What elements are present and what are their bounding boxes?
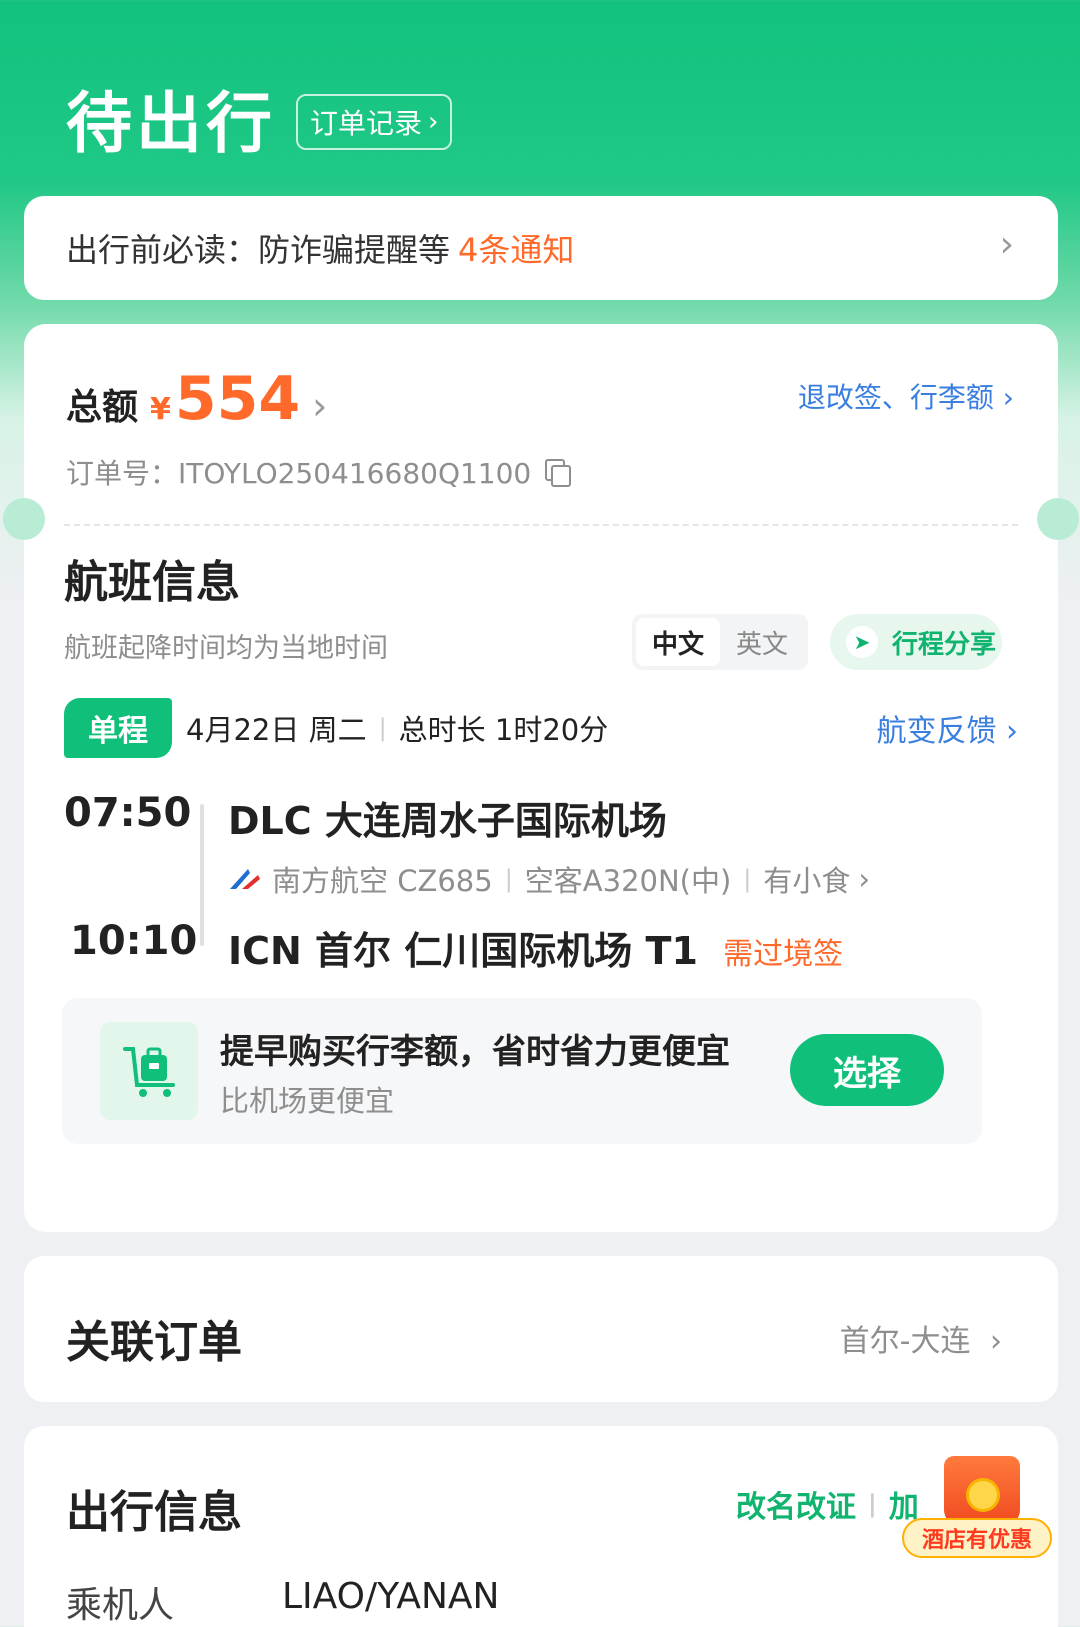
notice-text: 出行前必读：防诈骗提醒等 [66, 231, 451, 269]
arrival-airport-name: ICN 首尔 仁川国际机场 T1 [228, 929, 698, 973]
related-route-text: 首尔-大连 [839, 1324, 971, 1359]
page-title: 待出行 [66, 85, 276, 162]
baggage-promo-subtitle: 比机场更便宜 [220, 1084, 395, 1118]
chevron-right-icon: › [312, 384, 328, 428]
meal-info: 有小食 [763, 864, 851, 898]
arrival-airport: ICN 首尔 仁川国际机场 T1 需过境签 [228, 920, 843, 975]
trip-summary: 单程 4月22日 周二 | 总时长 1时20分 航变反馈 › [64, 698, 1018, 758]
divider: | [868, 1490, 877, 1518]
hotel-promo-label: 酒店有优惠 [902, 1518, 1052, 1558]
luggage-cart-icon [100, 1022, 198, 1120]
departure-time: 07:50 [64, 790, 192, 836]
local-time-note: 航班起降时间均为当地时间 [64, 633, 388, 664]
total-amount: 554 [174, 364, 301, 434]
flight-change-feedback-link[interactable]: 航变反馈 › [876, 706, 1018, 750]
ticket-notch [1037, 498, 1079, 540]
divider [64, 524, 1018, 526]
flight-section-title: 航班信息 [64, 557, 240, 608]
arrival-time: 10:10 [70, 918, 198, 964]
copy-icon[interactable] [545, 459, 572, 487]
total-label: 总额 [66, 387, 139, 428]
chevron-right-icon: › [428, 107, 439, 137]
related-order-title: 关联订单 [66, 1317, 242, 1368]
baggage-promo: 提早购买行李额，省时省力更便宜 比机场更便宜 选择 [62, 998, 982, 1144]
related-order-route: 首尔-大连 › [840, 1316, 1002, 1360]
travel-info-title: 出行信息 [66, 1487, 242, 1538]
baggage-promo-title: 提早购买行李额，省时省力更便宜 [220, 1032, 730, 1072]
currency-symbol: ¥ [150, 392, 171, 427]
departure-airport: DLC 大连周水子国际机场 [228, 799, 667, 843]
lang-chinese-option[interactable]: 中文 [636, 618, 720, 666]
divider: | [743, 865, 752, 893]
coin-icon [966, 1478, 1000, 1512]
trip-type-badge: 单程 [64, 698, 172, 758]
order-record-button[interactable]: 订单记录 › [296, 94, 453, 150]
language-toggle: 中文 英文 [632, 614, 808, 670]
chevron-right-icon: › [990, 1324, 1002, 1359]
hotel-promo-badge[interactable]: 酒店有优惠 [902, 1456, 1052, 1566]
related-order-card[interactable]: 关联订单 首尔-大连 › [24, 1256, 1058, 1402]
passenger-label: 乘机人 [66, 1585, 175, 1626]
timeline-line [200, 804, 204, 946]
rename-link[interactable]: 改名改证 [736, 1482, 856, 1526]
itinerary-share-button[interactable]: ➤ 行程分享 [830, 614, 1002, 670]
divider: | [378, 714, 387, 742]
visa-note[interactable]: 需过境签 [723, 937, 843, 972]
aircraft-type: 空客A320N(中) [524, 864, 732, 898]
order-number-text: 订单号：ITOYLO250416680Q1100 [66, 457, 532, 490]
order-card: 总额 ¥ 554 › 退改签、行李额 › 订单号：ITOYLO250416680… [24, 324, 1058, 1232]
refund-baggage-label: 退改签、行李额 [797, 381, 994, 414]
divider: | [504, 865, 513, 893]
page-header: 待出行 订单记录 › [66, 70, 453, 166]
airline-flight-number: 南方航空 CZ685 [272, 864, 493, 898]
total-price[interactable]: 总额 ¥ 554 › [66, 364, 327, 434]
trip-duration: 总时长 1时20分 [398, 713, 609, 747]
pre-travel-notice[interactable]: 出行前必读：防诈骗提醒等 4条通知 › [24, 196, 1058, 300]
chevron-right-icon: › [1006, 714, 1018, 749]
send-icon: ➤ [846, 626, 878, 658]
chevron-right-icon: › [858, 862, 871, 896]
trip-date: 4月22日 周二 [186, 713, 367, 747]
chevron-right-icon: › [999, 224, 1014, 265]
flight-details[interactable]: 南方航空 CZ685 | 空客A320N(中) | 有小食 › [228, 858, 870, 900]
choose-baggage-button[interactable]: 选择 [790, 1034, 944, 1106]
order-number: 订单号：ITOYLO250416680Q1100 [66, 452, 572, 492]
ticket-notch [3, 498, 45, 540]
refund-baggage-link[interactable]: 退改签、行李额 › [798, 376, 1014, 416]
airline-logo-icon [230, 869, 260, 889]
passenger-name: LIAO/YANAN [282, 1576, 500, 1617]
share-label: 行程分享 [892, 629, 997, 660]
travel-info-links: 改名改证 | 加 [736, 1482, 919, 1526]
order-record-label: 订单记录 [310, 107, 423, 140]
notice-count: 4条通知 [458, 231, 575, 269]
chevron-right-icon: › [1002, 381, 1014, 414]
lang-english-option[interactable]: 英文 [720, 618, 804, 666]
change-feedback-label: 航变反馈 [876, 714, 997, 749]
